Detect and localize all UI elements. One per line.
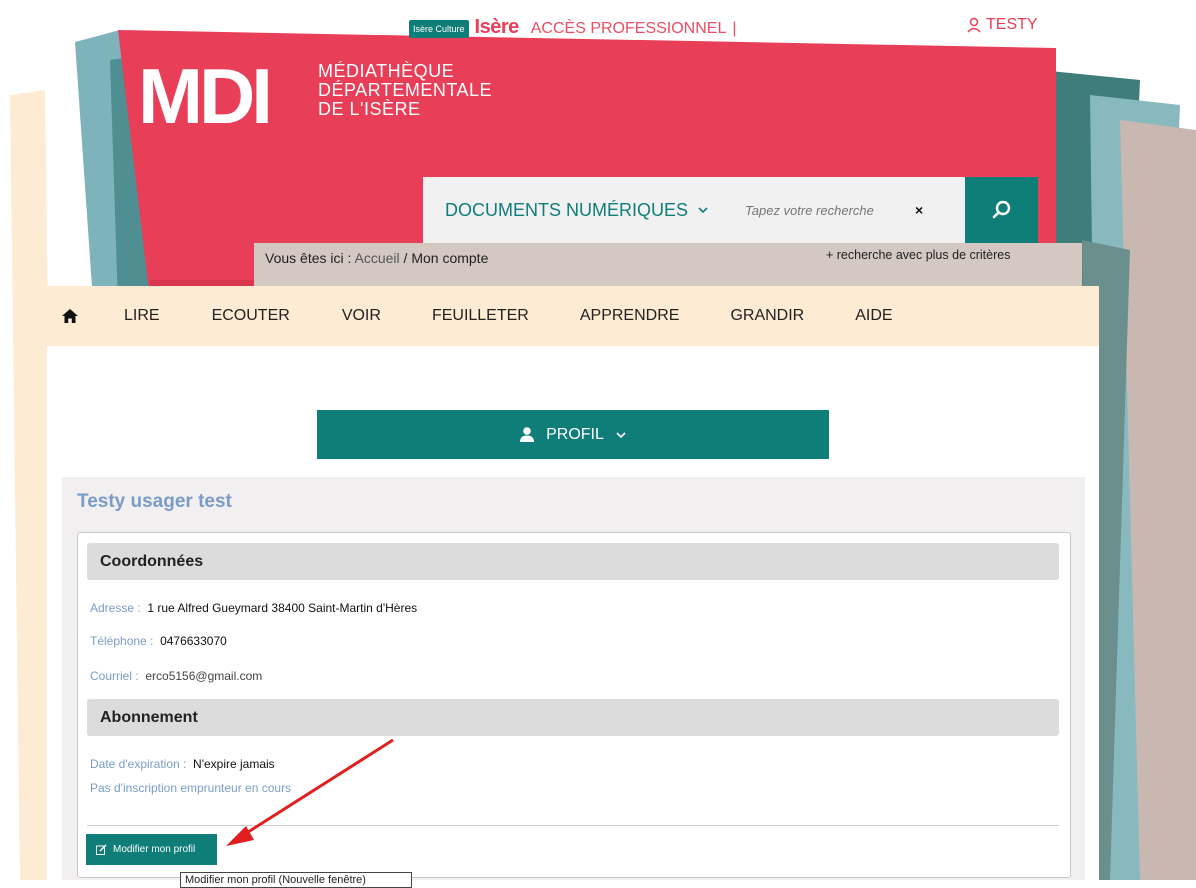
edit-profile-tooltip: Modifier mon profil (Nouvelle fenêtre) — [180, 872, 412, 888]
isere-culture-badge[interactable]: Isère Culture — [409, 20, 469, 38]
coordinates-title-text: Coordonnées — [100, 552, 204, 570]
logo-line-3: DE L'ISÈRE — [318, 99, 421, 119]
user-name-label: TESTY — [986, 16, 1038, 33]
edit-icon — [96, 844, 107, 855]
home-icon[interactable] — [53, 309, 87, 323]
email-field: Courriel : erco5156@gmail.com — [90, 669, 262, 683]
expiry-field: Date d'expiration : N'expire jamais — [90, 757, 275, 771]
mdi-logo-text: MÉDIATHÈQUE DÉPARTEMENTALE DE L'ISÈRE — [318, 62, 492, 119]
nav-item-apprendre[interactable]: APPRENDRE — [580, 307, 680, 325]
search-box: DOCUMENTS NUMÉRIQUES × — [423, 177, 965, 243]
phone-field: Téléphone : 0476633070 — [90, 634, 227, 648]
coordinates-section-title: Coordonnées — [87, 543, 1059, 580]
advanced-search-link[interactable]: + recherche avec plus de critères — [826, 248, 1010, 262]
no-registration-text: Pas d'inscription emprunteur en cours — [90, 781, 292, 795]
edit-profile-button[interactable]: Modifier mon profil — [86, 834, 217, 865]
expiry-label: Date d'expiration : — [90, 757, 187, 771]
site-public-link[interactable]: SITE TOUT PUBLIC — [743, 20, 888, 38]
phone-label: Téléphone : — [90, 634, 154, 648]
main-nav: LIRE ECOUTER VOIR FEUILLETER APPRENDRE G… — [47, 286, 1099, 346]
search-icon — [992, 200, 1010, 219]
subscription-section-title: Abonnement — [87, 699, 1059, 736]
search-input[interactable] — [743, 201, 907, 219]
nav-item-ecouter[interactable]: ECOUTER — [212, 307, 290, 325]
email-value: erco5156@gmail.com — [145, 669, 263, 683]
user-icon — [967, 17, 981, 33]
person-icon — [520, 427, 535, 442]
acces-pro-link[interactable]: ACCÈS PROFESSIONNEL — [531, 20, 727, 38]
phone-value: 0476633070 — [160, 634, 227, 648]
account-user-name: Testy usager test — [77, 491, 232, 512]
profil-dropdown[interactable]: PROFIL — [317, 410, 829, 459]
expiry-value: N'expire jamais — [193, 757, 275, 771]
search-button[interactable] — [965, 177, 1038, 243]
breadcrumb-separator: / — [403, 250, 408, 266]
chevron-down-icon — [698, 207, 708, 214]
breadcrumb-home-link[interactable]: Accueil — [355, 250, 400, 266]
nav-item-lire[interactable]: LIRE — [124, 307, 160, 325]
nav-item-aide[interactable]: AIDE — [855, 307, 892, 325]
search-clear-button[interactable]: × — [915, 202, 923, 218]
breadcrumb: Vous êtes ici : Accueil / Mon compte — [265, 250, 488, 266]
address-value: 1 rue Alfred Gueymard 38400 Saint-Martin… — [147, 601, 418, 615]
nav-item-feuilleter[interactable]: FEUILLETER — [432, 307, 529, 325]
subscription-title-text: Abonnement — [100, 708, 198, 726]
search-category-select[interactable]: DOCUMENTS NUMÉRIQUES — [445, 200, 743, 221]
isere-logo-sub: LE DÉPARTEMENT — [474, 38, 511, 44]
logo-line-1: MÉDIATHÈQUE — [318, 61, 455, 81]
divider — [87, 825, 1059, 826]
isere-logo[interactable]: Isère LE DÉPARTEMENT — [474, 15, 520, 44]
breadcrumb-prefix: Vous êtes ici : — [265, 250, 352, 266]
mdi-logo[interactable]: MDI — [138, 57, 273, 135]
edit-profile-label: Modifier mon profil — [113, 844, 196, 855]
email-label: Courriel : — [90, 669, 139, 683]
top-separator: | — [732, 20, 737, 37]
nav-item-grandir[interactable]: GRANDIR — [730, 307, 804, 325]
address-field: Adresse : 1 rue Alfred Gueymard 38400 Sa… — [90, 601, 417, 615]
profil-label: PROFIL — [546, 425, 604, 443]
logo-line-2: DÉPARTEMENTALE — [318, 80, 493, 100]
nav-item-voir[interactable]: VOIR — [342, 307, 381, 325]
address-label: Adresse : — [90, 601, 141, 615]
chevron-down-icon — [616, 431, 626, 438]
search-category-label: DOCUMENTS NUMÉRIQUES — [445, 199, 689, 220]
breadcrumb-current: Mon compte — [411, 250, 489, 266]
top-links: Isère Culture Isère LE DÉPARTEMENT ACCÈS … — [409, 15, 888, 44]
user-account-link[interactable]: TESTY — [966, 16, 1038, 34]
isere-logo-text: Isère — [474, 15, 520, 38]
